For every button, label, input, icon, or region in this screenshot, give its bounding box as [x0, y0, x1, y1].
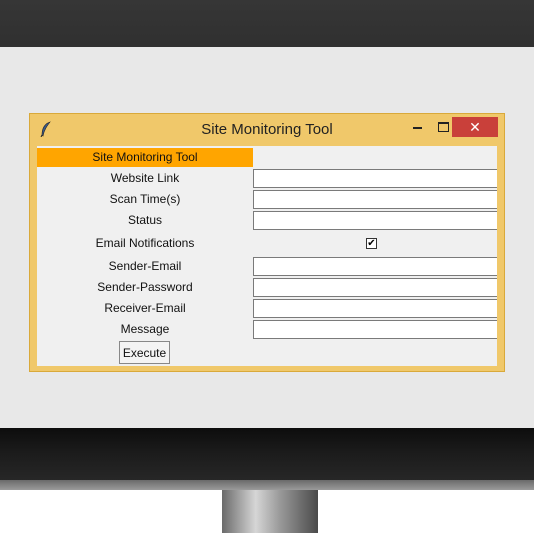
minimize-icon	[412, 127, 422, 129]
status-input[interactable]	[253, 211, 497, 230]
message-label: Message	[120, 322, 170, 336]
receiver-email-label: Receiver-Email	[104, 301, 186, 315]
app-window: Site Monitoring Tool ✕ Site Monitoring T…	[29, 113, 505, 372]
form-heading: Site Monitoring Tool	[37, 148, 253, 167]
receiver-email-input[interactable]	[253, 299, 497, 318]
sender-email-label: Sender-Email	[108, 259, 182, 273]
email-notifications-label: Email Notifications	[95, 236, 195, 250]
message-input[interactable]	[253, 320, 497, 339]
title-bar[interactable]: Site Monitoring Tool ✕	[30, 114, 504, 144]
close-icon: ✕	[469, 119, 481, 135]
monitor-base-edge	[0, 480, 534, 490]
status-label: Status	[127, 213, 163, 227]
close-button[interactable]: ✕	[452, 117, 498, 137]
scan-time-input[interactable]	[253, 190, 497, 209]
desktop-scene: Site Monitoring Tool ✕ Site Monitoring T…	[0, 0, 534, 533]
minimize-button[interactable]	[404, 117, 430, 137]
sender-email-input[interactable]	[253, 257, 497, 276]
maximize-icon	[437, 122, 449, 132]
email-notifications-checkbox[interactable]: ✔	[366, 238, 377, 249]
sender-password-input[interactable]	[253, 278, 497, 297]
scan-time-label: Scan Time(s)	[109, 192, 181, 206]
monitor-chin	[0, 428, 534, 488]
website-link-input[interactable]	[253, 169, 497, 188]
execute-button[interactable]: Execute	[119, 341, 170, 364]
form-area: Site Monitoring Tool Website Link Scan T…	[37, 146, 497, 366]
monitor-stand	[222, 490, 318, 533]
website-link-label: Website Link	[110, 171, 180, 185]
sender-password-label: Sender-Password	[97, 280, 193, 294]
